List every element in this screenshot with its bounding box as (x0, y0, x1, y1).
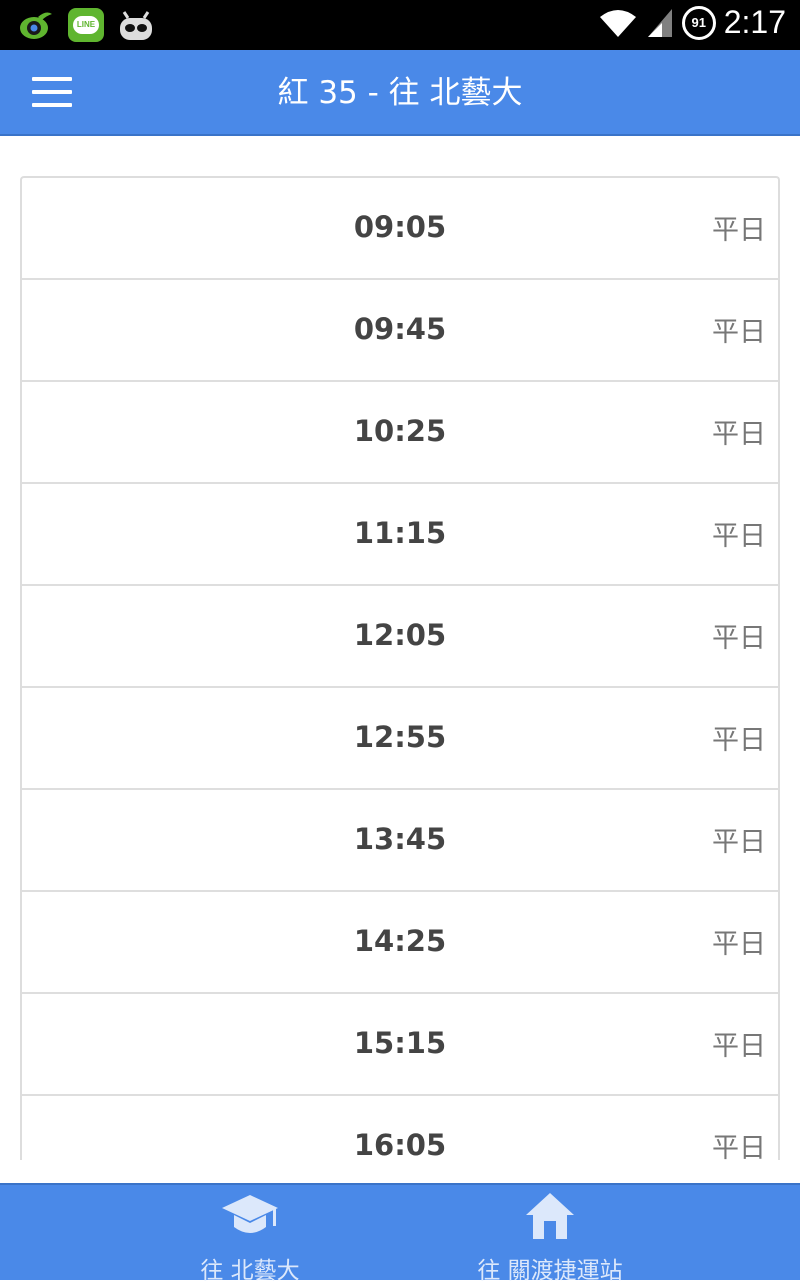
menu-button[interactable] (20, 64, 84, 120)
day-type: 平日 (712, 827, 766, 858)
departure-time: 12:05 (353, 618, 447, 652)
table-row[interactable]: 15:15 平日 (22, 994, 778, 1096)
timetable-list[interactable]: 09:05 平日 09:45 平日 10:25 平日 11:15 平日 12:0… (20, 176, 780, 1160)
graduation-cap-icon (220, 1191, 280, 1241)
nav-to-tnua[interactable]: 往 北藝大 (100, 1185, 400, 1284)
status-bar: LINE 91 2:17 (0, 0, 800, 50)
table-row[interactable]: 13:45 平日 (22, 790, 778, 892)
battery-icon: 91 (681, 5, 716, 40)
table-row[interactable]: 16:05 平日 (22, 1096, 778, 1160)
app-bar: 紅 35 - 往 北藝大 (0, 50, 800, 136)
home-icon (524, 1191, 576, 1241)
line-app-icon: LINE (68, 8, 104, 42)
day-type: 平日 (712, 419, 766, 450)
departure-time: 12:55 (353, 720, 447, 754)
day-type: 平日 (712, 215, 766, 246)
wifi-icon (599, 9, 636, 37)
departure-time: 09:45 (353, 312, 447, 346)
day-type: 平日 (712, 929, 766, 960)
table-row[interactable]: 12:55 平日 (22, 688, 778, 790)
status-time: 2:17 (723, 4, 786, 40)
departure-time: 10:25 (353, 414, 447, 448)
departure-time: 14:25 (353, 924, 447, 958)
table-row[interactable]: 12:05 平日 (22, 586, 778, 688)
bottom-nav: 往 北藝大 往 關渡捷運站 (0, 1183, 800, 1284)
departure-time: 15:15 (353, 1026, 447, 1060)
day-type: 平日 (712, 1133, 766, 1160)
table-row[interactable]: 09:05 平日 (22, 178, 778, 280)
day-type: 平日 (712, 317, 766, 348)
ioyi-app-icon (18, 8, 54, 42)
day-type: 平日 (712, 1031, 766, 1062)
nav-to-guandu-mrt[interactable]: 往 關渡捷運站 (400, 1185, 700, 1284)
departure-time: 09:05 (353, 210, 447, 244)
departure-time: 11:15 (353, 516, 447, 550)
day-type: 平日 (712, 623, 766, 654)
table-row[interactable]: 09:45 平日 (22, 280, 778, 382)
hamburger-menu-icon (32, 77, 84, 107)
table-row[interactable]: 14:25 平日 (22, 892, 778, 994)
table-row[interactable]: 11:15 平日 (22, 484, 778, 586)
table-row[interactable]: 10:25 平日 (22, 382, 778, 484)
signal-icon (647, 8, 672, 37)
day-type: 平日 (712, 725, 766, 756)
robot-app-icon (118, 8, 154, 42)
page-title: 紅 35 - 往 北藝大 (277, 75, 523, 111)
departure-time: 13:45 (353, 822, 447, 856)
departure-time: 16:05 (353, 1128, 447, 1160)
day-type: 平日 (712, 521, 766, 552)
